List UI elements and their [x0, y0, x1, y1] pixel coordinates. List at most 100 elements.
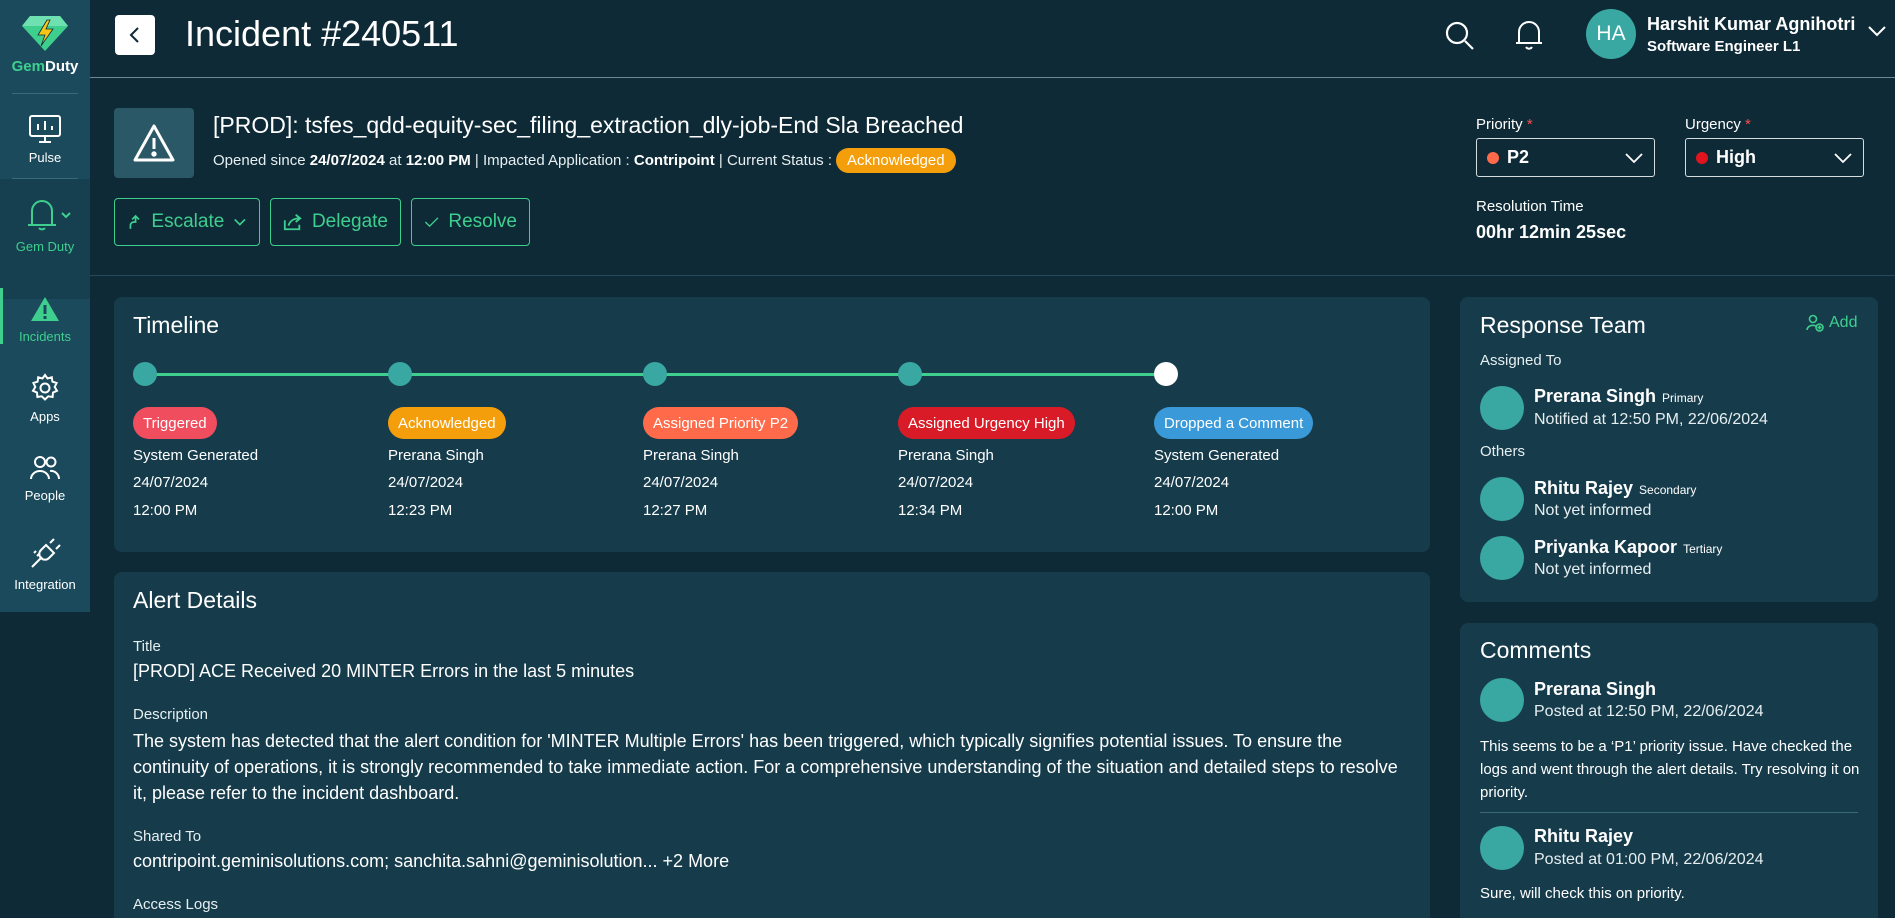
- sidebar-item-label: Incidents: [18, 329, 72, 344]
- priority-dot: [1487, 151, 1499, 164]
- member-role: Primary: [1662, 391, 1704, 405]
- timeline-title: Timeline: [133, 312, 220, 338]
- add-member-label: Add: [1829, 314, 1858, 331]
- alert-title-label: Title: [133, 638, 161, 655]
- chevron-down-icon: [234, 218, 246, 226]
- chevron-down-icon: [1625, 152, 1643, 163]
- chevron-down-icon[interactable]: [1867, 24, 1887, 38]
- member-name: Rhitu Rajey Secondary: [1534, 478, 1697, 498]
- timeline-node: [133, 362, 157, 386]
- access-logs-label: Access Logs: [133, 896, 219, 913]
- others-label: Others: [1480, 443, 1526, 460]
- chevron-left-icon: [129, 27, 139, 43]
- member-role: Secondary: [1639, 483, 1697, 497]
- member-role: Tertiary: [1683, 542, 1723, 556]
- at-label: at: [389, 152, 402, 169]
- priority-select[interactable]: P2: [1476, 138, 1655, 177]
- search-icon[interactable]: [1444, 20, 1476, 52]
- gemduty-logo[interactable]: GemDuty: [0, 14, 90, 75]
- avatar: [1480, 536, 1524, 580]
- back-button[interactable]: [115, 15, 155, 55]
- incident-name: [PROD]: tsfes_qdd-equity-sec_filing_extr…: [213, 112, 964, 138]
- timeline-node: [898, 362, 922, 386]
- incident-meta: Opened since 24/07/2024 at 12:00 PM | Im…: [213, 148, 956, 173]
- member-name: Priyanka Kapoor Tertiary: [1534, 537, 1723, 557]
- chevron-down-icon: [1834, 152, 1852, 163]
- top-bar: Incident #240511 HA Harshit Kumar Agniho…: [90, 0, 1895, 78]
- sidebar-item-people[interactable]: People: [0, 454, 90, 503]
- resolution-time-label: Resolution Time: [1476, 198, 1584, 215]
- avatar: [1480, 826, 1524, 870]
- timeline-actor: System Generated: [1154, 447, 1280, 464]
- sidebar-item-apps[interactable]: Apps: [0, 373, 90, 424]
- sidebar-item-label: People: [24, 488, 66, 503]
- plug-icon: [31, 538, 61, 568]
- status-badge: Acknowledged: [836, 148, 956, 173]
- member-note: Not yet informed: [1534, 561, 1652, 578]
- comment-timestamp: Posted at 01:00 PM, 22/06/2024: [1534, 851, 1764, 868]
- user-name: Harshit Kumar Agnihotri: [1647, 14, 1856, 34]
- comments-title: Comments: [1480, 637, 1592, 663]
- urgency-value: High: [1716, 147, 1756, 167]
- timeline-time: 12:27 PM: [643, 502, 708, 519]
- incident-type-badge: [114, 108, 194, 178]
- add-member-button[interactable]: Add: [1806, 314, 1857, 332]
- description-label: Description: [133, 706, 209, 723]
- bell-icon: [28, 200, 71, 231]
- gear-icon: [31, 373, 59, 401]
- timeline-actor: Prerana Singh: [388, 447, 484, 464]
- people-icon: [30, 456, 61, 480]
- escalate-button[interactable]: Escalate: [114, 198, 260, 246]
- warning-outline-icon: [133, 124, 175, 162]
- avatar: [1480, 678, 1524, 722]
- timeline-time: 12:00 PM: [133, 502, 198, 519]
- sidebar-item-label: Pulse: [28, 150, 62, 165]
- notification-bell-icon[interactable]: [1514, 18, 1544, 52]
- comment-author: Prerana Singh: [1534, 679, 1657, 699]
- sidebar-item-incidents[interactable]: Incidents: [0, 295, 90, 344]
- escalate-arrow-icon: [129, 214, 140, 229]
- assigned-to-label: Assigned To: [1480, 352, 1562, 369]
- warning-icon: [31, 297, 59, 321]
- priority-label: Priority *: [1476, 116, 1533, 133]
- timeline-time: 12:34 PM: [898, 502, 963, 519]
- sidebar-item-label: Gem Duty: [15, 239, 75, 254]
- opened-label: Opened since: [213, 152, 306, 169]
- avatar: [1480, 477, 1524, 521]
- share-icon: [283, 214, 302, 231]
- application-label: | Impacted Application :: [474, 152, 630, 169]
- page-title: Incident #240511: [185, 13, 459, 54]
- shared-to-value[interactable]: contripoint.geminisolutions.com; sanchit…: [133, 851, 729, 872]
- member-name: Prerana Singh Primary: [1534, 386, 1704, 406]
- pulse-chart-icon: [29, 115, 61, 143]
- section-divider: [90, 275, 1895, 276]
- sidebar-item-pulse[interactable]: Pulse: [0, 114, 90, 165]
- alert-details-title: Alert Details: [133, 587, 257, 613]
- brand-name: GemDuty: [11, 58, 79, 75]
- timeline-date: 24/07/2024: [898, 474, 974, 491]
- resolve-button[interactable]: Resolve: [411, 198, 530, 246]
- comment-author: Rhitu Rajey: [1534, 826, 1634, 846]
- timeline-badge-priority: Assigned Priority P2: [643, 407, 799, 439]
- escalate-label: Escalate: [151, 211, 225, 232]
- sidebar-item-label: Apps: [30, 409, 60, 424]
- sidebar-item-gem-duty[interactable]: Gem Duty: [0, 179, 90, 299]
- check-icon: [424, 217, 439, 228]
- description-value: The system has detected that the alert c…: [133, 731, 1398, 803]
- sidebar: GemDuty Pulse Gem Duty Incidents Apps Pe…: [0, 0, 90, 612]
- add-user-icon: [1806, 314, 1824, 332]
- urgency-select[interactable]: High: [1685, 138, 1864, 177]
- resolution-time-value: 00hr 12min 25sec: [1476, 222, 1627, 242]
- timeline-badge-comment: Dropped a Comment: [1154, 407, 1314, 439]
- timeline-actor: Prerana Singh: [898, 447, 994, 464]
- response-team-title: Response Team: [1480, 312, 1646, 338]
- delegate-button[interactable]: Delegate: [270, 198, 401, 246]
- sidebar-item-integration[interactable]: Integration: [0, 537, 90, 592]
- timeline-badge-urgency: Assigned Urgency High: [898, 407, 1075, 439]
- user-avatar[interactable]: HA: [1586, 9, 1636, 59]
- diamond-bolt-logo-icon: [22, 16, 68, 51]
- timeline-time: 12:23 PM: [388, 502, 453, 519]
- opened-time: 12:00 PM: [405, 152, 471, 169]
- shared-to-label: Shared To: [133, 828, 202, 845]
- sidebar-divider: [12, 93, 78, 94]
